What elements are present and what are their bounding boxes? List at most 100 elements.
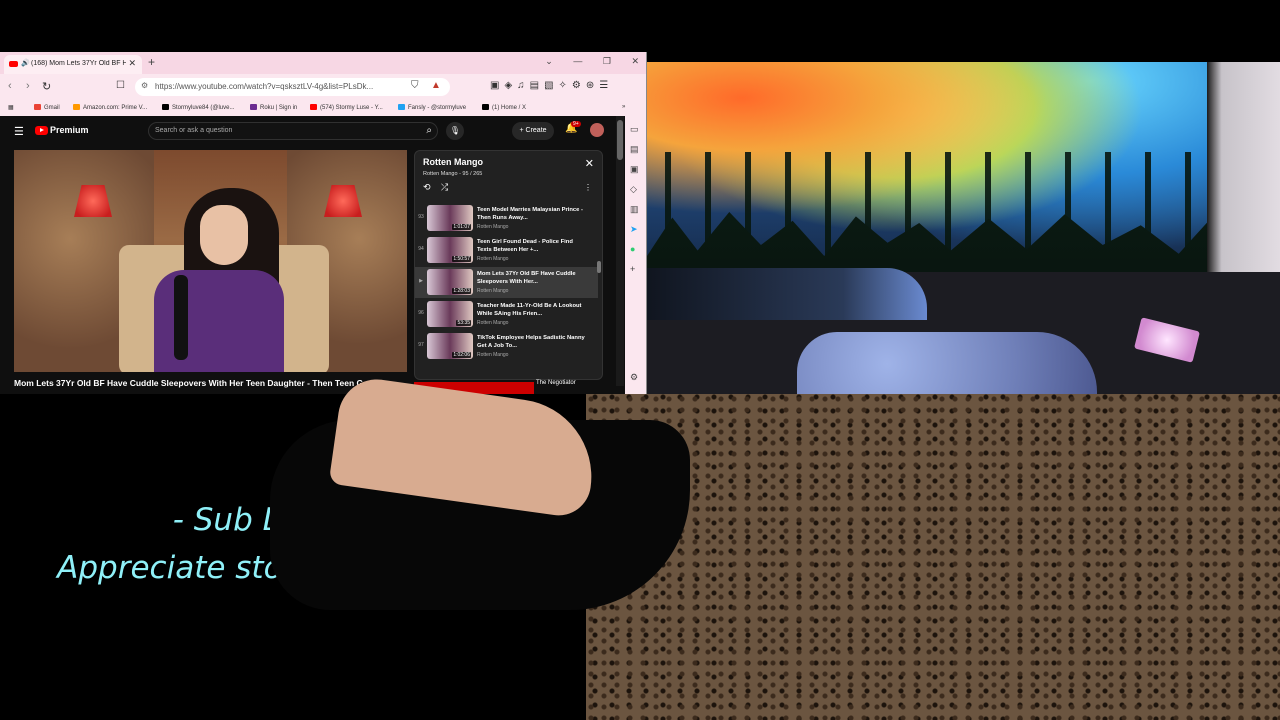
playlist-item-title[interactable]: Teen Model Marries Malaysian Prince - Th… — [477, 206, 587, 222]
bookmark-x-home[interactable]: (1) Home / X — [482, 104, 526, 111]
bookmark-icon[interactable]: ☐ — [116, 80, 125, 91]
playlist-item[interactable]: 93 1:01:07 Teen Model Marries Malaysian Pr… — [415, 203, 598, 234]
playlist-item-title[interactable]: Mom Lets 37Yr Old BF Have Cuddle Sleepov… — [477, 270, 587, 286]
maximize-icon[interactable]: ❐ — [603, 56, 611, 66]
video-title: Mom Lets 37Yr Old BF Have Cuddle Sleepov… — [14, 378, 378, 388]
reload-icon[interactable]: ↻ — [42, 80, 51, 93]
side-game-icon[interactable]: ◇ — [630, 184, 637, 195]
fansly-icon — [398, 104, 405, 110]
tab-bar: 🔊 (168) Mom Lets 37Yr Old BF Ha ✕ + ⌄ — … — [0, 52, 646, 74]
blanket — [797, 332, 1097, 394]
dropdown-icon[interactable]: ⌄ — [545, 56, 553, 66]
bookmark-gmail[interactable]: Gmail — [34, 104, 60, 111]
side-telegram-icon[interactable]: ➤ — [630, 224, 638, 235]
playlist-item-thumbnail[interactable]: 53:35 — [427, 301, 473, 327]
more-bookmarks-icon[interactable]: » — [622, 104, 625, 110]
bed-sheet — [647, 268, 927, 320]
playlist-item[interactable]: 96 53:35 Teacher Made 11-Yr-Old Be A Looko… — [415, 299, 598, 330]
window-close-icon[interactable]: ✕ — [631, 56, 639, 66]
browser-window: 🔊 (168) Mom Lets 37Yr Old BF Ha ✕ + ⌄ — … — [0, 52, 647, 394]
playlist-item-title[interactable]: Teacher Made 11-Yr-Old Be A Lookout Whil… — [477, 302, 587, 318]
search-input[interactable]: Search or ask a question ⌕ — [148, 122, 438, 140]
playlist-item[interactable]: 94 1:50:57 Teen Girl Found Dead - Police F… — [415, 235, 598, 266]
microphone-icon[interactable]: 🎙 — [446, 122, 464, 140]
playlist-item-title[interactable]: TikTok Employee Helps Sadistic Nanny Get… — [477, 334, 587, 350]
playlist-item-thumbnail[interactable]: 1:28:03 — [427, 269, 473, 295]
youtube-logo-icon[interactable] — [35, 126, 48, 135]
bookmark-fansly[interactable]: Fansly - @stormyluve — [398, 104, 466, 111]
page-scrollbar[interactable] — [616, 116, 624, 386]
browser-toolbar: ‹ › ↻ ☐ ⚙ https://www.youtube.com/watch?… — [0, 74, 646, 100]
playlist-item[interactable]: ▶ 1:28:03 Mom Lets 37Yr Old BF Have Cuddle… — [415, 267, 598, 298]
playlist-item[interactable]: 97 1:02:06 TikTok Employee Helps Sadistic … — [415, 331, 598, 362]
bookmark-youtube[interactable]: (574) Stormy Luse - Y... — [310, 104, 383, 111]
youtube-page: ☰ Premium Search or ask a question ⌕ 🎙 +… — [0, 116, 625, 394]
side-wallet-icon[interactable]: ▣ — [630, 164, 639, 175]
playlist-item-index: 93 — [418, 214, 424, 220]
bookmarks-bar: ▦ Gmail Amazon.com: Prime V... Stormyluv… — [0, 100, 646, 116]
video-player[interactable] — [14, 150, 407, 372]
playlist-item-duration: 1:01:07 — [452, 224, 471, 230]
playlist-item-thumbnail[interactable]: 1:02:06 — [427, 333, 473, 359]
playlist-item-channel[interactable]: Rotten Mango — [477, 256, 508, 262]
address-bar[interactable]: ⚙ https://www.youtube.com/watch?v=qskszt… — [135, 78, 450, 96]
search-placeholder: Search or ask a question — [155, 127, 233, 134]
playlist-item-thumbnail[interactable]: 1:01:07 — [427, 205, 473, 231]
side-whatsapp-icon[interactable]: ● — [630, 244, 635, 254]
account-avatar[interactable] — [590, 123, 604, 137]
hamburger-menu-icon[interactable]: ☰ — [14, 125, 24, 138]
more-options-icon[interactable]: ⋮ — [584, 183, 592, 192]
tab-close-icon[interactable]: ✕ — [128, 58, 136, 69]
video-host-face — [200, 205, 248, 265]
bookmark-roku[interactable]: Roku | Sign in — [250, 104, 297, 111]
loop-icon[interactable]: ⟲ — [423, 182, 431, 193]
back-icon[interactable]: ‹ — [8, 80, 12, 92]
speaker-icon[interactable]: 🔊 — [21, 59, 30, 67]
youtube-header: ☰ Premium Search or ask a question ⌕ 🎙 +… — [0, 116, 625, 146]
playlist-scroll-thumb[interactable] — [597, 261, 601, 273]
side-tv-icon[interactable]: ▭ — [630, 124, 639, 135]
playlist-item-duration: 53:35 — [456, 320, 471, 326]
playlist-title[interactable]: Rotten Mango — [423, 157, 483, 167]
youtube-logo-text[interactable]: Premium — [50, 125, 89, 135]
browser-tab[interactable]: 🔊 (168) Mom Lets 37Yr Old BF Ha ✕ — [4, 55, 142, 74]
playlist-close-icon[interactable]: ✕ — [585, 157, 594, 170]
ad-title[interactable]: The Negotiator — [536, 380, 576, 386]
roku-icon — [250, 104, 257, 110]
youtube-favicon-icon — [9, 61, 18, 67]
window-controls: ⌄ — ❐ ✕ — [527, 56, 639, 67]
minimize-icon[interactable]: — — [573, 56, 582, 66]
bookmark-amazon[interactable]: Amazon.com: Prime V... — [73, 104, 147, 111]
shuffle-icon[interactable]: ⤮ — [441, 182, 448, 193]
x-icon — [162, 104, 169, 110]
side-reader-icon[interactable]: ▥ — [630, 204, 639, 215]
search-icon[interactable]: ⌕ — [426, 125, 432, 136]
site-info-icon[interactable]: ⚙ — [141, 81, 148, 90]
playlist-item-index: ▶ — [419, 278, 423, 284]
playlist-item-index: 96 — [418, 310, 424, 316]
playlist-item-channel[interactable]: Rotten Mango — [477, 288, 508, 294]
playlist-item-index: 97 — [418, 342, 424, 348]
side-add-icon[interactable]: + — [630, 264, 635, 274]
warning-icon[interactable]: ▲ — [431, 80, 441, 91]
forward-icon[interactable]: › — [26, 80, 30, 92]
playlist-scrollbar[interactable] — [597, 201, 601, 371]
page-scroll-thumb[interactable] — [617, 120, 623, 160]
playlist-item-channel[interactable]: Rotten Mango — [477, 224, 508, 230]
side-save-icon[interactable]: ▤ — [630, 144, 639, 155]
playlist-item-title[interactable]: Teen Girl Found Dead - Police Find Texts… — [477, 238, 587, 254]
url-text: https://www.youtube.com/watch?v=qsksztLV… — [155, 82, 374, 91]
amazon-icon — [73, 104, 80, 110]
gmail-icon — [34, 104, 41, 110]
extensions-icons[interactable]: ▣◈♫▤▧✧⚙⊛☰ — [490, 80, 613, 91]
new-tab-button[interactable]: + — [148, 55, 155, 69]
playlist-item-thumbnail[interactable]: 1:50:57 — [427, 237, 473, 263]
playlist-item-channel[interactable]: Rotten Mango — [477, 320, 508, 326]
shield-icon[interactable]: ⛉ — [411, 80, 419, 91]
side-settings-icon[interactable]: ⚙ — [630, 372, 638, 383]
apps-icon[interactable]: ▦ — [8, 104, 14, 111]
playlist-item-channel[interactable]: Rotten Mango — [477, 352, 508, 358]
bookmark-x-profile[interactable]: Stormyluve84 (@luve... — [162, 104, 234, 111]
create-button[interactable]: + Create — [512, 122, 554, 140]
playlist-item-index: 94 — [418, 246, 424, 252]
